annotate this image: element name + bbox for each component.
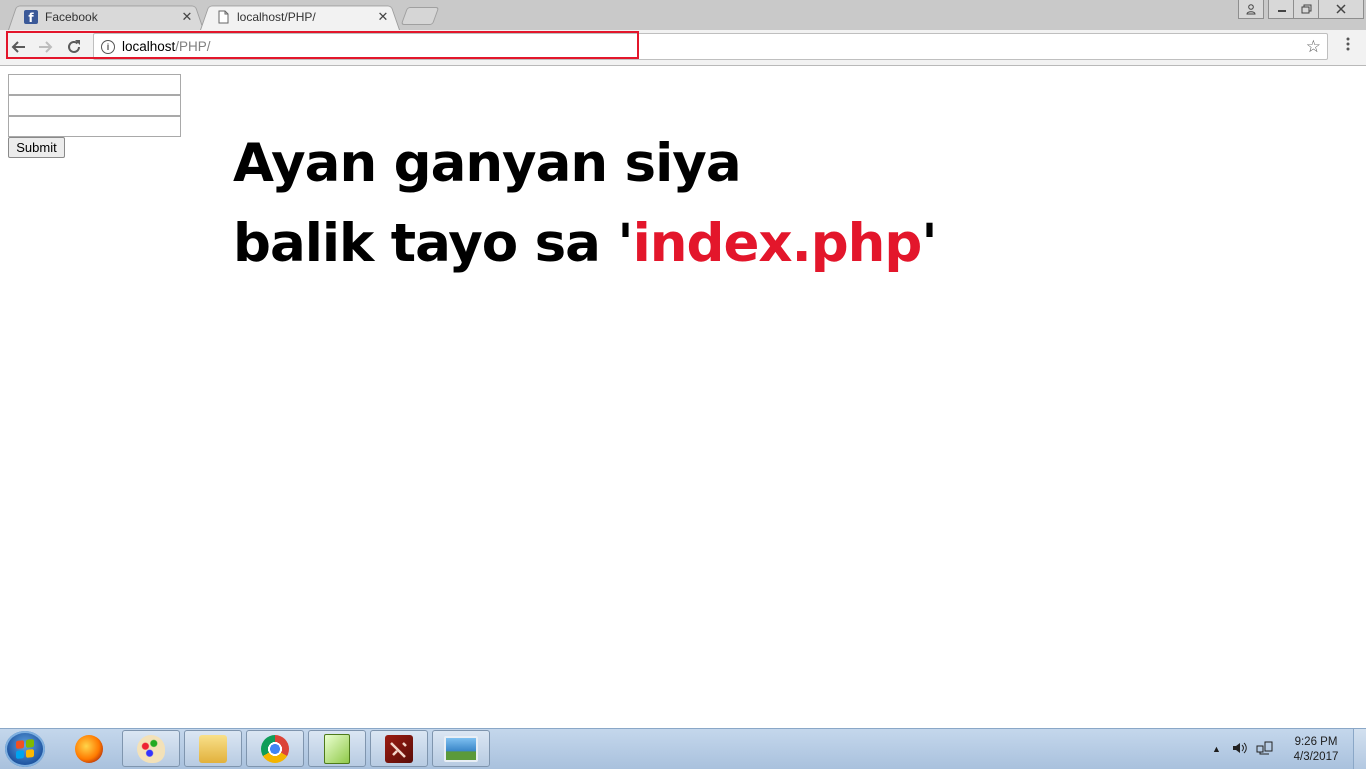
photo-viewer-icon — [444, 735, 478, 762]
taskbar-paint[interactable] — [122, 730, 180, 767]
taskbar-chrome[interactable] — [246, 730, 304, 767]
profile-button[interactable] — [1238, 0, 1264, 19]
minimize-icon — [1277, 10, 1286, 12]
bookmark-star-icon[interactable]: ☆ — [1306, 37, 1321, 57]
submit-button[interactable]: Submit — [8, 137, 65, 158]
address-bar[interactable]: i localhost/PHP/ ☆ — [93, 33, 1328, 60]
back-arrow-icon — [11, 41, 25, 53]
chrome-icon — [261, 734, 289, 763]
start-button[interactable] — [5, 731, 45, 767]
message-line-2-prefix: balik tayo sa ' — [233, 213, 634, 274]
message-line-2: balik tayo sa 'index.php' — [233, 213, 938, 274]
url-text[interactable]: localhost/PHP/ — [122, 39, 211, 54]
text-field-2[interactable] — [8, 95, 181, 116]
reload-icon — [68, 40, 80, 53]
close-tab-icon[interactable]: ✕ — [180, 9, 194, 25]
tab-facebook[interactable]: f Facebook ✕ — [8, 3, 204, 31]
new-tab-button[interactable] — [400, 7, 440, 25]
forward-button[interactable] — [35, 36, 57, 58]
restore-button[interactable] — [1293, 0, 1320, 19]
tab-localhost[interactable]: localhost/PHP/ ✕ — [200, 3, 400, 31]
taskbar-firefox[interactable] — [60, 730, 118, 767]
user-icon — [1246, 3, 1256, 14]
show-hidden-icons[interactable]: ▲ — [1212, 744, 1221, 754]
reload-button[interactable] — [63, 36, 85, 58]
message-filename: index.php — [632, 213, 923, 274]
taskbar: ▲ 9:26 PM 4/3/2017 — [0, 728, 1366, 769]
url-host: localhost — [122, 39, 176, 54]
close-icon — [1336, 4, 1346, 14]
clock-date: 4/3/2017 — [1293, 751, 1339, 763]
file-explorer-icon — [199, 734, 227, 763]
info-icon[interactable]: i — [101, 40, 115, 54]
browser-toolbar: i localhost/PHP/ ☆ — [0, 30, 1366, 66]
clock-time: 9:26 PM — [1294, 736, 1338, 748]
text-field-3[interactable] — [8, 116, 181, 137]
network-icon[interactable] — [1256, 741, 1274, 758]
message-line-1: Ayan ganyan siya — [233, 133, 742, 194]
taskbar-dota[interactable] — [370, 730, 428, 767]
show-desktop-button[interactable] — [1353, 729, 1366, 769]
firefox-icon — [75, 734, 103, 763]
message-line-2-suffix: ' — [921, 213, 937, 274]
forward-arrow-icon — [39, 41, 53, 53]
tab-title: localhost/PHP/ — [237, 9, 316, 24]
taskbar-file-explorer[interactable] — [184, 730, 242, 767]
page-icon — [216, 10, 230, 24]
close-window-button[interactable] — [1318, 0, 1364, 19]
paint-icon — [137, 734, 165, 763]
dota-icon — [385, 734, 413, 763]
tab-strip: f Facebook ✕ localhost/PHP/ ✕ — [0, 0, 1366, 31]
notepad-plus-plus-icon — [324, 733, 350, 764]
taskbar-notepad-plus-plus[interactable] — [308, 730, 366, 767]
clock[interactable]: 9:26 PM 4/3/2017 — [1286, 735, 1346, 765]
url-path: /PHP/ — [175, 39, 211, 54]
minimize-button[interactable] — [1268, 0, 1295, 19]
restore-icon — [1301, 4, 1312, 14]
more-vertical-icon — [1346, 37, 1350, 51]
tab-title: Facebook — [45, 9, 98, 24]
facebook-icon: f — [24, 9, 38, 25]
taskbar-photo-viewer[interactable] — [432, 730, 490, 767]
close-tab-icon[interactable]: ✕ — [376, 9, 390, 25]
volume-icon[interactable] — [1232, 741, 1248, 758]
menu-button[interactable] — [1340, 36, 1356, 58]
back-button[interactable] — [7, 36, 29, 58]
text-field-1[interactable] — [8, 74, 181, 95]
windows-logo-icon — [16, 739, 34, 759]
